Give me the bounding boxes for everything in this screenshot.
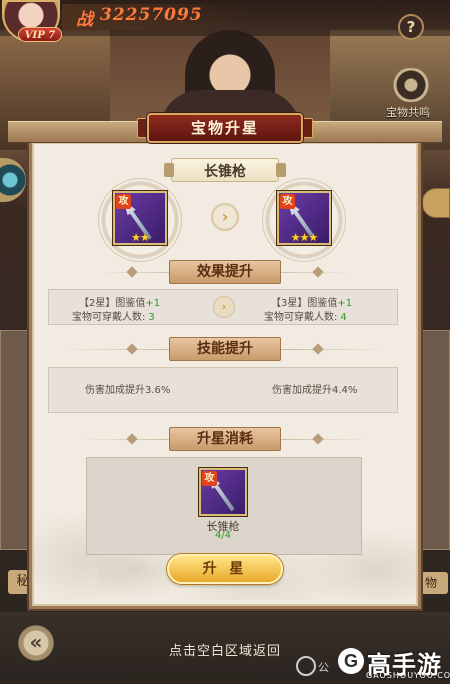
watermark-url: GAOSHOUYOU.COM (366, 671, 450, 680)
watermark-small-text: 公 (318, 661, 329, 674)
vip-badge: VIP 7 (18, 27, 62, 42)
cost-item-count: 4/4 (214, 530, 232, 541)
effect-right-line2: 宝物可穿戴人数: 4 (264, 312, 347, 323)
effect-right-line1: 【3星】图鉴值+1 (271, 298, 353, 309)
attack-tag: 攻 (202, 471, 217, 486)
upgrade-star-button[interactable]: 升 星 (167, 554, 283, 584)
background-panel-right (420, 330, 450, 550)
dialog-title: 宝物升星 (190, 119, 259, 137)
side-menu-right-icon[interactable] (422, 188, 450, 218)
section-effect-header: 效果提升 (169, 260, 281, 284)
effect-left-line2: 宝物可穿戴人数: 3 (72, 312, 155, 323)
section-skill-header: 技能提升 (169, 337, 281, 361)
attack-tag: 攻 (116, 194, 131, 209)
treasure-name: 长锥枪 (204, 164, 246, 180)
current-treasure-card[interactable]: 攻 ★★ (113, 191, 167, 245)
effect-left-line1: 【2星】图鉴值+1 (79, 298, 161, 309)
skill-right-text: 伤害加成提升4.4% (272, 385, 358, 396)
effect-arrow-icon: › (213, 296, 235, 318)
attack-tag: 攻 (280, 194, 295, 209)
help-icon[interactable]: ? (398, 14, 424, 40)
resonance-icon[interactable] (388, 68, 434, 102)
watermark-logo: G (338, 648, 364, 674)
combat-power-icon: 战 (76, 10, 93, 30)
resonance-label[interactable]: 宝物共鸣 (386, 104, 430, 120)
background-panel-left (0, 330, 30, 550)
section-cost-header: 升星消耗 (169, 427, 281, 451)
current-star-rating: ★★ (131, 231, 150, 244)
next-treasure-card[interactable]: 攻 ★★★ (277, 191, 331, 245)
skill-left-text: 伤害加成提升3.6% (85, 385, 171, 396)
upgrade-arrow-icon: › (211, 203, 239, 231)
cost-item-card[interactable]: 攻 (199, 468, 247, 516)
combat-power-value: 32257095 (100, 5, 203, 25)
next-star-rating: ★★★ (290, 231, 319, 244)
watermark-wechat-icon (296, 656, 316, 676)
